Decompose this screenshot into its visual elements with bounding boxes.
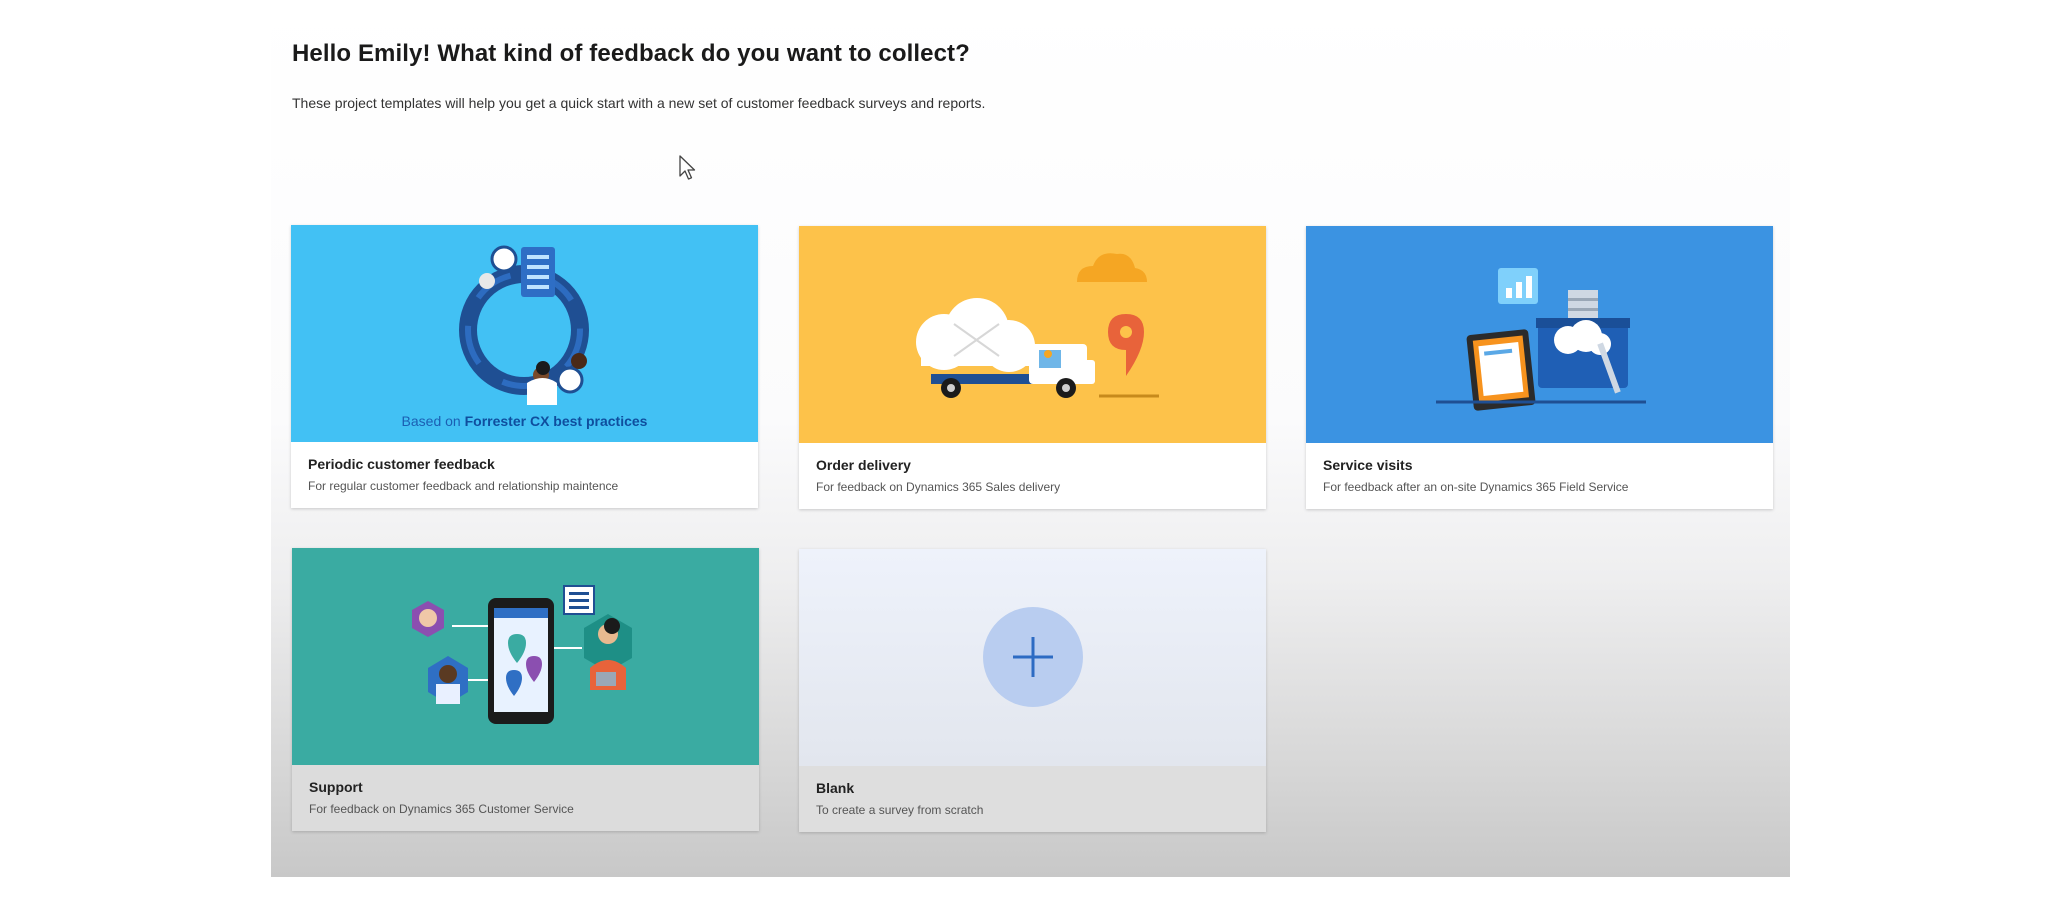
card-title: Order delivery — [816, 457, 911, 473]
plus-icon — [983, 607, 1083, 707]
support-illustration — [292, 548, 759, 765]
card-description: For feedback on Dynamics 365 Sales deliv… — [816, 480, 1061, 494]
card-title: Support — [309, 779, 363, 795]
card-description: For regular customer feedback and relati… — [308, 479, 619, 493]
mouse-cursor-icon — [679, 155, 696, 180]
feedback-cycle-illustration — [459, 245, 589, 405]
page-subtitle: These project templates will help you ge… — [292, 95, 986, 111]
service-toolbox-illustration — [1436, 268, 1646, 411]
order-delivery-illustration — [799, 226, 1266, 443]
template-card-periodic[interactable]: Based on Forrester CX best practices Per… — [291, 225, 758, 508]
card-title: Periodic customer feedback — [308, 456, 495, 472]
delivery-truck-illustration — [916, 253, 1159, 398]
card-description: For feedback on Dynamics 365 Customer Se… — [309, 802, 574, 816]
card-description: To create a survey from scratch — [816, 803, 984, 817]
blank-illustration — [799, 549, 1266, 766]
service-visits-illustration — [1306, 226, 1773, 443]
template-card-blank[interactable]: Blank To create a survey from scratch — [799, 549, 1266, 832]
template-card-service-visits[interactable]: Service visits For feedback after an on-… — [1306, 226, 1773, 509]
forrester-badge: Based on Forrester CX best practices — [401, 413, 648, 429]
template-card-support[interactable]: Support For feedback on Dynamics 365 Cus… — [292, 548, 759, 831]
support-phone-illustration — [412, 585, 632, 724]
page-title: Hello Emily! What kind of feedback do yo… — [292, 40, 970, 67]
card-title: Blank — [816, 780, 855, 796]
card-title: Service visits — [1323, 457, 1413, 473]
template-card-order-delivery[interactable]: Order delivery For feedback on Dynamics … — [799, 226, 1266, 509]
periodic-illustration: Based on Forrester CX best practices — [291, 225, 758, 442]
card-description: For feedback after an on-site Dynamics 3… — [1323, 480, 1629, 494]
